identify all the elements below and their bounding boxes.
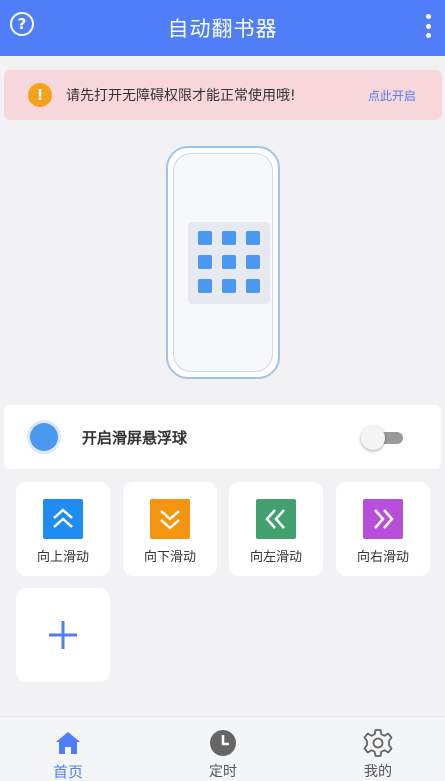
swipe-left-label: 向左滑动 <box>249 550 302 565</box>
swipe-left-button[interactable]: 向左滑动 <box>229 482 323 576</box>
float-ball-label: 开启滑屏悬浮球 <box>82 428 188 447</box>
swipe-right-label: 向右滑动 <box>356 550 409 565</box>
nav-home[interactable]: 首页 <box>8 717 128 781</box>
swipe-down-label: 向下滑动 <box>143 550 196 565</box>
nav-timer-label: 定时 <box>209 764 237 780</box>
enable-permission-link[interactable]: 点此开启 <box>368 87 416 104</box>
more-options-icon[interactable] <box>425 14 431 38</box>
swipe-up-label: 向上滑动 <box>36 550 89 565</box>
plus-icon <box>49 621 77 649</box>
clock-icon <box>210 730 236 756</box>
gear-icon <box>363 729 393 757</box>
warning-icon: ! <box>28 83 52 107</box>
nav-home-label: 首页 <box>52 763 83 781</box>
app-grid-icon <box>188 222 270 304</box>
double-chevron-down-icon <box>150 499 190 539</box>
float-ball-icon <box>30 423 58 451</box>
accessibility-permission-banner: ! 请先打开无障碍权限才能正常使用哦! 点此开启 <box>4 70 442 120</box>
float-ball-setting: 开启滑屏悬浮球 <box>4 405 441 469</box>
top-app-bar: ? 自动翻书器 <box>0 0 445 56</box>
help-icon[interactable]: ? <box>10 12 34 36</box>
swipe-right-button[interactable]: 向右滑动 <box>336 482 430 576</box>
home-icon <box>56 732 80 754</box>
nav-mine[interactable]: 我的 <box>318 717 438 781</box>
double-chevron-right-icon <box>363 499 403 539</box>
nav-timer[interactable]: 定时 <box>163 717 283 781</box>
add-action-button[interactable] <box>16 588 110 682</box>
phone-screen <box>173 153 273 372</box>
bottom-navigation: 首页 定时 我的 <box>0 716 445 781</box>
toggle-knob <box>361 426 385 450</box>
nav-mine-label: 我的 <box>364 764 392 780</box>
float-ball-toggle[interactable] <box>361 426 403 450</box>
swipe-down-button[interactable]: 向下滑动 <box>123 482 217 576</box>
phone-illustration <box>166 146 280 379</box>
double-chevron-up-icon <box>43 499 83 539</box>
page-title: 自动翻书器 <box>167 17 278 41</box>
swipe-up-button[interactable]: 向上滑动 <box>16 482 110 576</box>
permission-message: 请先打开无障碍权限才能正常使用哦! <box>66 88 296 104</box>
double-chevron-left-icon <box>256 499 296 539</box>
